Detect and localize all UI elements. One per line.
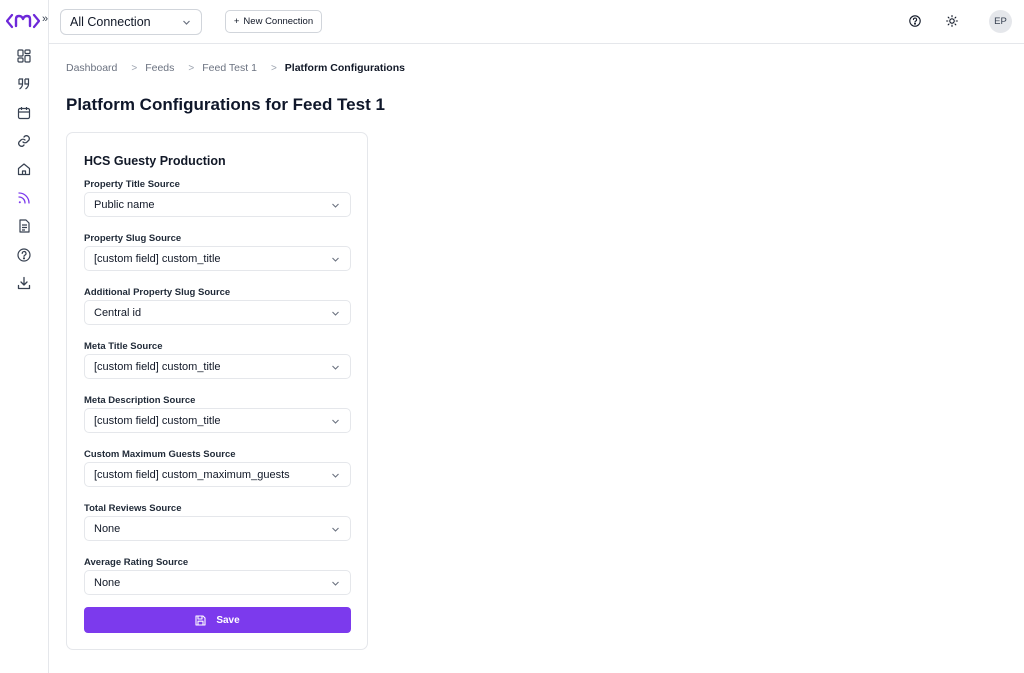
select-value: Public name <box>94 198 155 211</box>
help-icon[interactable] <box>907 13 923 29</box>
breadcrumb-feed-test-1[interactable]: Feed Test 1 <box>202 62 257 74</box>
average-rating-source-label: Average Rating Source <box>84 557 189 568</box>
page-title: Platform Configurations for Feed Test 1 <box>66 95 385 114</box>
chevron-down-icon <box>332 311 339 316</box>
new-connection-label: New Connection <box>243 16 314 27</box>
total-reviews-source-select[interactable]: None <box>84 516 351 541</box>
save-button[interactable]: Save <box>84 607 351 633</box>
app-logo[interactable] <box>6 12 40 30</box>
chevron-right-icon: > <box>270 62 277 74</box>
platform-config-card: HCS Guesty Production Property Title Sou… <box>66 132 368 650</box>
chevron-right-icon: > <box>188 62 195 74</box>
chevron-down-icon <box>332 527 339 532</box>
custom-maximum-guests-source-label: Custom Maximum Guests Source <box>84 449 236 460</box>
sidebar: » <box>0 0 49 673</box>
top-bar: All Connection + New Connection EP <box>49 0 1024 44</box>
calendar-icon[interactable] <box>15 104 33 122</box>
breadcrumb-feeds[interactable]: Feeds <box>145 62 174 74</box>
home-icon[interactable] <box>15 160 33 178</box>
theme-toggle-sun-icon[interactable] <box>944 13 960 29</box>
download-icon[interactable] <box>15 274 33 292</box>
new-connection-button[interactable]: + New Connection <box>225 10 322 33</box>
breadcrumb: Dashboard > Feeds > Feed Test 1 > Platfo… <box>66 62 405 74</box>
property-slug-source-select[interactable]: [custom field] custom_title <box>84 246 351 271</box>
select-value: None <box>94 576 121 589</box>
document-icon[interactable] <box>15 217 33 235</box>
select-value: [custom field] custom_title <box>94 414 221 427</box>
breadcrumb-dashboard[interactable]: Dashboard <box>66 62 117 74</box>
breadcrumb-current: Platform Configurations <box>284 62 405 74</box>
select-value: [custom field] custom_title <box>94 252 221 265</box>
select-value: Central id <box>94 306 142 319</box>
quote-icon[interactable] <box>15 75 33 93</box>
plus-icon: + <box>233 16 240 27</box>
select-value: None <box>94 522 121 535</box>
save-icon <box>195 614 206 626</box>
rss-icon[interactable] <box>15 189 33 207</box>
chevron-right-icon: > <box>131 62 138 74</box>
select-value: [custom field] custom_title <box>94 360 221 373</box>
property-slug-source-label: Property Slug Source <box>84 233 182 244</box>
meta-description-source-label: Meta Description Source <box>84 395 196 406</box>
avatar-initials: EP <box>994 16 1007 27</box>
expand-sidebar-icon[interactable]: » <box>42 13 48 25</box>
connection-select[interactable]: All Connection <box>60 9 202 35</box>
chevron-down-icon <box>332 419 339 424</box>
connection-select-value: All Connection <box>70 15 151 29</box>
property-title-source-select[interactable]: Public name <box>84 192 351 217</box>
chevron-down-icon <box>332 257 339 262</box>
additional-property-slug-source-label: Additional Property Slug Source <box>84 287 231 298</box>
chevron-down-icon <box>332 473 339 478</box>
average-rating-source-select[interactable]: None <box>84 570 351 595</box>
property-title-source-label: Property Title Source <box>84 179 180 190</box>
chevron-down-icon <box>332 203 339 208</box>
user-avatar[interactable]: EP <box>989 10 1012 33</box>
meta-title-source-select[interactable]: [custom field] custom_title <box>84 354 351 379</box>
link-icon[interactable] <box>15 132 33 150</box>
total-reviews-source-label: Total Reviews Source <box>84 503 182 514</box>
meta-description-source-select[interactable]: [custom field] custom_title <box>84 408 351 433</box>
chevron-down-icon <box>183 20 190 25</box>
select-value: [custom field] custom_maximum_guests <box>94 468 290 481</box>
dashboard-icon[interactable] <box>15 47 33 65</box>
card-title: HCS Guesty Production <box>84 154 226 168</box>
custom-maximum-guests-source-select[interactable]: [custom field] custom_maximum_guests <box>84 462 351 487</box>
chevron-down-icon <box>332 365 339 370</box>
additional-property-slug-source-select[interactable]: Central id <box>84 300 351 325</box>
save-label: Save <box>216 614 240 626</box>
chevron-down-icon <box>332 581 339 586</box>
meta-title-source-label: Meta Title Source <box>84 341 163 352</box>
help-circle-icon[interactable] <box>15 246 33 264</box>
